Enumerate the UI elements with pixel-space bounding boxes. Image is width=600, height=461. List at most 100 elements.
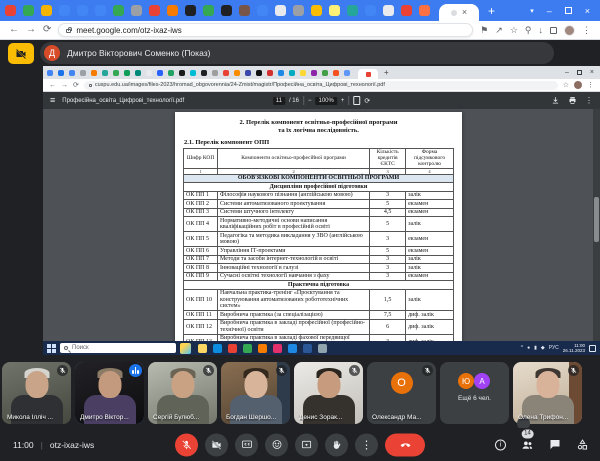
browser-tab[interactable] xyxy=(149,5,160,16)
pdf-scrollbar[interactable] xyxy=(593,109,600,341)
shared-browser-tab[interactable] xyxy=(146,70,152,76)
more-options-button[interactable]: ⋮ xyxy=(355,433,378,456)
shared-browser-tab[interactable] xyxy=(69,70,75,76)
captions-button[interactable] xyxy=(235,433,258,456)
people-button[interactable]: 14 xyxy=(521,438,534,451)
shared-browser-tab[interactable] xyxy=(300,70,306,76)
shared-browser-tab[interactable] xyxy=(311,70,317,76)
browser-tab[interactable] xyxy=(131,5,142,16)
taskbar-app-icon[interactable] xyxy=(273,344,282,353)
share-icon[interactable]: ↗ xyxy=(495,26,503,35)
profile-avatar[interactable] xyxy=(564,25,575,36)
browser-tab[interactable] xyxy=(293,5,304,16)
participant-tile[interactable]: ЮАЕщё 6 чел. xyxy=(440,362,509,424)
presenter-banner[interactable]: Д Дмитро Вікторович Соменко (Показ) xyxy=(40,42,554,64)
shared-browser-tab[interactable] xyxy=(267,70,273,76)
activities-icon[interactable] xyxy=(576,438,589,451)
shared-browser-tab[interactable] xyxy=(322,70,328,76)
participant-tile[interactable]: ООлександр Ма... xyxy=(367,362,436,424)
pdf-scrollbar-thumb[interactable] xyxy=(594,197,599,242)
active-tab[interactable]: × xyxy=(439,4,479,21)
browser-tab[interactable] xyxy=(23,5,34,16)
shared-browser-tab[interactable] xyxy=(168,70,174,76)
browser-tab[interactable] xyxy=(383,5,394,16)
taskbar-app-icon[interactable] xyxy=(213,344,222,353)
side-panel-icon[interactable] xyxy=(550,27,557,34)
close-button[interactable]: × xyxy=(585,6,590,16)
browser-tab[interactable] xyxy=(221,5,232,16)
address-bar[interactable]: meet.google.com/otz-ixaz-iws xyxy=(58,23,473,37)
shared-browser-tab[interactable] xyxy=(333,70,339,76)
participant-tile[interactable]: Микола Ілліч ... xyxy=(2,362,71,424)
browser-tab[interactable] xyxy=(311,5,322,16)
browser-tab[interactable] xyxy=(401,5,412,16)
new-tab-button[interactable]: + xyxy=(488,5,495,17)
taskbar-app-icon[interactable] xyxy=(318,344,327,353)
browser-tab[interactable] xyxy=(59,5,70,16)
shared-browser-tab[interactable] xyxy=(190,70,196,76)
reactions-button[interactable] xyxy=(265,433,288,456)
shared-browser-tab[interactable] xyxy=(91,70,97,76)
browser-tab[interactable] xyxy=(239,5,250,16)
shared-browser-tab[interactable] xyxy=(80,70,86,76)
translate-icon[interactable]: ⚑ xyxy=(480,26,488,35)
shared-browser-tab[interactable] xyxy=(256,70,262,76)
shared-browser-tab[interactable] xyxy=(135,70,141,76)
shared-browser-tab[interactable] xyxy=(102,70,108,76)
shared-browser-tab[interactable] xyxy=(47,70,53,76)
shared-browser-tab[interactable] xyxy=(245,70,251,76)
tab-search-icon[interactable]: ▾ xyxy=(530,7,534,15)
shared-browser-tab[interactable] xyxy=(344,70,350,76)
taskbar-app-icon[interactable] xyxy=(258,344,267,353)
browser-tab[interactable] xyxy=(113,5,124,16)
bookmark-star-icon[interactable]: ☆ xyxy=(510,26,518,35)
shared-browser-tab[interactable] xyxy=(223,70,229,76)
shared-browser-tab[interactable] xyxy=(289,70,295,76)
browser-tab[interactable] xyxy=(275,5,286,16)
shared-browser-tab[interactable] xyxy=(113,70,119,76)
mic-button[interactable] xyxy=(175,433,198,456)
browser-tab[interactable] xyxy=(203,5,214,16)
browser-tab[interactable] xyxy=(347,5,358,16)
tab-close-icon[interactable]: × xyxy=(462,8,467,17)
shared-browser-tab[interactable] xyxy=(212,70,218,76)
participant-tile[interactable]: Сергій Булюб... xyxy=(148,362,217,424)
browser-tab[interactable] xyxy=(419,5,430,16)
browser-tab[interactable] xyxy=(167,5,178,16)
maximize-button[interactable] xyxy=(565,7,572,14)
chat-icon[interactable] xyxy=(549,439,561,451)
downloads-icon[interactable]: ↓ xyxy=(539,26,544,35)
participant-tile[interactable]: Олена Трифон... xyxy=(513,362,582,424)
end-call-button[interactable] xyxy=(385,433,425,456)
raise-hand-button[interactable] xyxy=(325,433,348,456)
present-button[interactable] xyxy=(295,433,318,456)
taskbar-app-icon[interactable] xyxy=(243,344,252,353)
meeting-details-icon[interactable]: i xyxy=(495,439,506,450)
minimize-button[interactable]: – xyxy=(547,6,552,16)
browser-tab[interactable] xyxy=(95,5,106,16)
browser-tab[interactable] xyxy=(77,5,88,16)
taskbar-app-icon[interactable] xyxy=(228,344,237,353)
camera-button[interactable] xyxy=(205,433,228,456)
browser-tab[interactable] xyxy=(185,5,196,16)
shared-browser-tab[interactable] xyxy=(124,70,130,76)
participant-tile[interactable]: Денис Зорак... xyxy=(294,362,363,424)
browser-tab[interactable] xyxy=(365,5,376,16)
participant-tile[interactable]: Богдан Шершо... xyxy=(221,362,290,424)
shared-browser-tab[interactable] xyxy=(201,70,207,76)
url-text[interactable]: meet.google.com/otz-ixaz-iws xyxy=(76,26,181,35)
taskbar-app-icon[interactable] xyxy=(198,344,207,353)
browser-tab[interactable] xyxy=(41,5,52,16)
taskbar-app-icon[interactable] xyxy=(288,344,297,353)
participant-tile[interactable]: Дмитро Віктор... xyxy=(75,362,144,424)
extensions-icon[interactable]: ⚲ xyxy=(525,26,532,35)
taskbar-app-icon[interactable] xyxy=(303,344,312,353)
shared-browser-tab[interactable] xyxy=(278,70,284,76)
browser-tab[interactable] xyxy=(257,5,268,16)
shared-browser-tab[interactable] xyxy=(234,70,240,76)
reload-icon[interactable]: ⟳ xyxy=(43,25,51,35)
browser-tab[interactable] xyxy=(5,5,16,16)
chrome-menu-icon[interactable]: ⋮ xyxy=(582,26,591,35)
presentation-muted-tile[interactable] xyxy=(8,43,34,64)
back-icon[interactable]: ← xyxy=(9,25,19,35)
